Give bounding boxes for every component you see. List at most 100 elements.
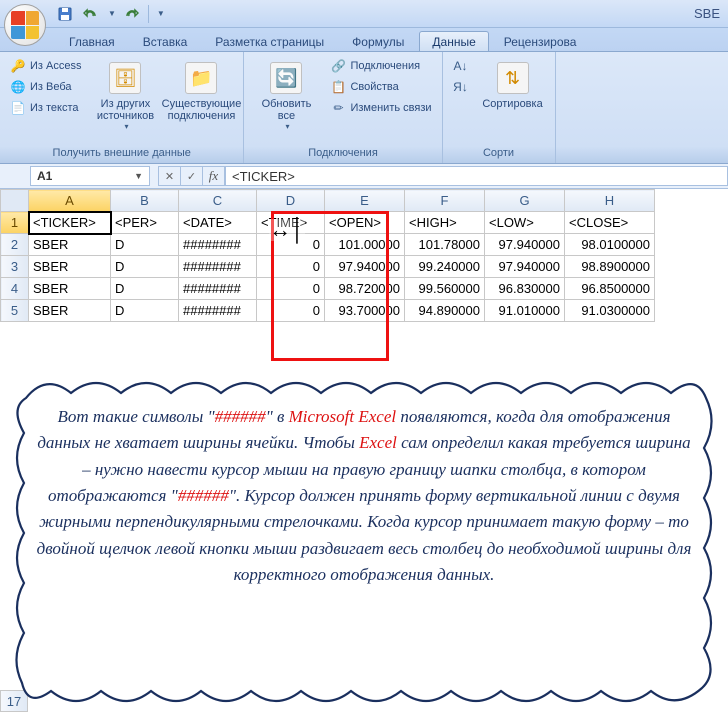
explanation-callout: Вот такие символы "######" в Microsoft E… — [6, 368, 722, 716]
accept-formula-button[interactable]: ✓ — [181, 167, 203, 185]
cell-D2[interactable]: 0 — [257, 234, 325, 256]
cell-D5[interactable]: 0 — [257, 300, 325, 322]
cell-G3[interactable]: 97.940000 — [485, 256, 565, 278]
cell-D1[interactable]: <TIME> — [257, 212, 325, 234]
qat-customize-icon[interactable]: ▼ — [157, 9, 165, 18]
properties-button[interactable]: 📋Свойства — [326, 77, 435, 97]
cell-H2[interactable]: 98.0100000 — [565, 234, 655, 256]
col-header-b[interactable]: B — [111, 190, 179, 212]
refresh-all-button[interactable]: 🔄 Обновить все▾ — [250, 56, 322, 145]
cell-B4[interactable]: D — [111, 278, 179, 300]
cell-E3[interactable]: 97.940000 — [325, 256, 405, 278]
cell-H4[interactable]: 96.8500000 — [565, 278, 655, 300]
formula-value: <TICKER> — [232, 169, 295, 184]
row-header-4[interactable]: 4 — [1, 278, 29, 300]
col-header-c[interactable]: C — [179, 190, 257, 212]
existing-connections-button[interactable]: 📁 Существующие подключения — [165, 56, 237, 145]
access-icon: 🔑 — [10, 58, 26, 74]
row-header-5[interactable]: 5 — [1, 300, 29, 322]
cell-A5[interactable]: SBER — [29, 300, 111, 322]
redo-icon[interactable] — [120, 3, 142, 25]
name-box-dropdown-icon[interactable]: ▼ — [134, 171, 143, 181]
tab-formulas[interactable]: Формулы — [339, 31, 417, 51]
tab-data[interactable]: Данные — [419, 31, 488, 51]
cell-C2[interactable]: ######## — [179, 234, 257, 256]
cell-A2[interactable]: SBER — [29, 234, 111, 256]
select-all-corner[interactable] — [1, 190, 29, 212]
row-header-1[interactable]: 1 — [1, 212, 29, 234]
name-box-value: A1 — [37, 169, 52, 183]
cell-E5[interactable]: 93.700000 — [325, 300, 405, 322]
chevron-down-icon: ▾ — [124, 122, 128, 131]
link-icon: 🔗 — [330, 58, 346, 74]
quick-access-toolbar: ▼ ▼ — [54, 3, 165, 25]
properties-icon: 📋 — [330, 79, 346, 95]
cell-G2[interactable]: 97.940000 — [485, 234, 565, 256]
cell-D3[interactable]: 0 — [257, 256, 325, 278]
cell-H1[interactable]: <CLOSE> — [565, 212, 655, 234]
from-access-button[interactable]: 🔑Из Access — [6, 56, 85, 76]
cell-C3[interactable]: ######## — [179, 256, 257, 278]
group-label-sort: Сорти — [449, 145, 549, 161]
undo-dropdown-icon[interactable]: ▼ — [108, 9, 116, 18]
cell-F1[interactable]: <HIGH> — [405, 212, 485, 234]
cell-C4[interactable]: ######## — [179, 278, 257, 300]
cell-E1[interactable]: <OPEN> — [325, 212, 405, 234]
tab-page-layout[interactable]: Разметка страницы — [202, 31, 337, 51]
office-button[interactable] — [4, 4, 46, 46]
ribbon: 🔑Из Access 🌐Из Веба 📄Из текста 🗄 Из друг… — [0, 52, 728, 164]
tab-review[interactable]: Рецензирова — [491, 31, 590, 51]
ribbon-group-connections: 🔄 Обновить все▾ 🔗Подключения 📋Свойства ✏… — [244, 52, 442, 163]
col-header-e[interactable]: E — [325, 190, 405, 212]
tab-insert[interactable]: Вставка — [130, 31, 201, 51]
undo-icon[interactable] — [80, 3, 102, 25]
cell-H3[interactable]: 98.8900000 — [565, 256, 655, 278]
cell-F5[interactable]: 94.890000 — [405, 300, 485, 322]
name-box[interactable]: A1 ▼ — [30, 166, 150, 186]
col-header-d[interactable]: D — [257, 190, 325, 212]
col-header-g[interactable]: G — [485, 190, 565, 212]
cell-E2[interactable]: 101.00000 — [325, 234, 405, 256]
cancel-formula-button[interactable]: ✕ — [159, 167, 181, 185]
cell-H5[interactable]: 91.0300000 — [565, 300, 655, 322]
col-header-f[interactable]: F — [405, 190, 485, 212]
fx-button[interactable]: fx — [203, 167, 225, 185]
row-header-2[interactable]: 2 — [1, 234, 29, 256]
from-other-sources-button[interactable]: 🗄 Из других источников▾ — [89, 56, 161, 145]
group-label-connections: Подключения — [250, 145, 435, 161]
cell-G1[interactable]: <LOW> — [485, 212, 565, 234]
cell-B5[interactable]: D — [111, 300, 179, 322]
cell-C5[interactable]: ######## — [179, 300, 257, 322]
cell-D4[interactable]: 0 — [257, 278, 325, 300]
cell-grid[interactable]: A B C D E F G H 1<TICKER><PER><DATE><TIM… — [0, 189, 655, 322]
cell-E4[interactable]: 98.720000 — [325, 278, 405, 300]
row-header-3[interactable]: 3 — [1, 256, 29, 278]
from-text-button[interactable]: 📄Из текста — [6, 98, 85, 118]
hash-symbol: ###### — [178, 486, 229, 505]
cell-B1[interactable]: <PER> — [111, 212, 179, 234]
col-header-h[interactable]: H — [565, 190, 655, 212]
cell-F2[interactable]: 101.78000 — [405, 234, 485, 256]
cell-B3[interactable]: D — [111, 256, 179, 278]
save-icon[interactable] — [54, 3, 76, 25]
database-icon: 🗄 — [109, 62, 141, 94]
edit-links-button[interactable]: ✏Изменить связи — [326, 98, 435, 118]
sort-button[interactable]: ⇅ Сортировка — [477, 56, 549, 145]
cell-G5[interactable]: 91.010000 — [485, 300, 565, 322]
formula-bar[interactable]: <TICKER> — [225, 166, 728, 186]
connections-button[interactable]: 🔗Подключения — [326, 56, 435, 76]
cell-C1[interactable]: <DATE> — [179, 212, 257, 234]
sort-asc-button[interactable]: A↓ — [449, 56, 473, 76]
cell-A1[interactable]: <TICKER> — [29, 212, 111, 234]
from-web-button[interactable]: 🌐Из Веба — [6, 77, 85, 97]
cell-F4[interactable]: 99.560000 — [405, 278, 485, 300]
col-header-a[interactable]: A — [29, 190, 111, 212]
cell-A4[interactable]: SBER — [29, 278, 111, 300]
worksheet[interactable]: A B C D E F G H 1<TICKER><PER><DATE><TIM… — [0, 189, 728, 322]
sort-desc-button[interactable]: Я↓ — [449, 77, 473, 97]
cell-B2[interactable]: D — [111, 234, 179, 256]
cell-G4[interactable]: 96.830000 — [485, 278, 565, 300]
cell-F3[interactable]: 99.240000 — [405, 256, 485, 278]
tab-home[interactable]: Главная — [56, 31, 128, 51]
cell-A3[interactable]: SBER — [29, 256, 111, 278]
